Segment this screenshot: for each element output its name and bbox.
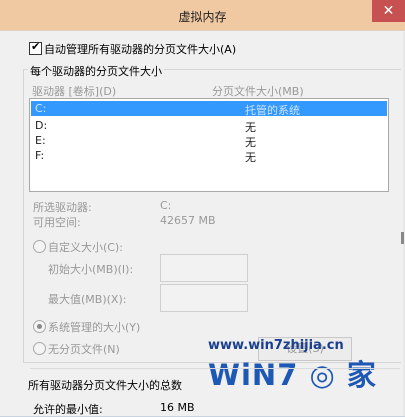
max-size-label: 最大值(MB)(X): (48, 293, 127, 306)
free-space-value: 42657 MB (160, 214, 216, 227)
initial-size-input[interactable] (160, 254, 248, 282)
watermark-logo: WiN7 ◎ 家 (208, 358, 377, 392)
drive-row-e-size: 无 (245, 136, 256, 149)
min-allowed-value: 16 MB (160, 401, 195, 414)
system-managed-label[interactable]: 系统管理的大小(Y) (48, 319, 140, 335)
close-icon: ✕ (382, 3, 395, 19)
title-bar: 虚拟内存 ✕ (0, 0, 405, 30)
drive-row-d-size: 无 (245, 121, 256, 134)
checkmark-icon: ✔ (31, 40, 41, 53)
min-allowed-label: 允许的最小值: (33, 403, 103, 416)
no-paging-file-label[interactable]: 无分页文件(N) (48, 341, 120, 357)
initial-size-label: 初始大小(MB)(I): (48, 263, 134, 276)
column-header-size: 分页文件大小(MB) (212, 85, 304, 98)
resize-handle[interactable] (401, 232, 404, 244)
drive-row-d[interactable]: D: (35, 119, 47, 132)
column-header-drive: 驱动器 [卷标](D) (32, 85, 117, 98)
window-title: 虚拟内存 (178, 10, 227, 24)
drive-row-c-size: 托管的系统 (245, 104, 300, 117)
selected-drive-value: C: (160, 199, 172, 212)
custom-size-label[interactable]: 自定义大小(C): (48, 239, 123, 255)
drive-row-f-size: 无 (245, 151, 256, 164)
drive-row-selected-highlight (31, 101, 387, 116)
auto-manage-label[interactable]: 自动管理所有驱动器的分页文件大小(A) (44, 41, 236, 57)
no-paging-file-radio[interactable] (33, 342, 46, 355)
system-managed-radio[interactable] (33, 320, 46, 333)
drive-row-c[interactable]: C: (35, 102, 46, 115)
per-drive-group-label: 每个驱动器的分页文件大小 (28, 63, 164, 79)
totals-section-label: 所有驱动器分页文件大小的总数 (28, 379, 182, 392)
max-size-input[interactable] (160, 284, 248, 312)
auto-manage-checkbox[interactable]: ✔ (29, 40, 42, 55)
free-space-label: 可用空间: (33, 216, 81, 229)
drive-row-e[interactable]: E: (35, 134, 46, 147)
close-button[interactable]: ✕ (372, 0, 405, 22)
totals-separator (30, 368, 400, 369)
drive-row-f[interactable]: F: (35, 149, 44, 162)
selected-drive-label: 所选驱动器: (33, 201, 92, 214)
drive-list[interactable]: C: 托管的系统 D: 无 E: 无 F: 无 (29, 98, 389, 192)
custom-size-radio[interactable] (33, 240, 46, 253)
watermark-site-text: www.win7zhijia.cn (208, 338, 344, 353)
